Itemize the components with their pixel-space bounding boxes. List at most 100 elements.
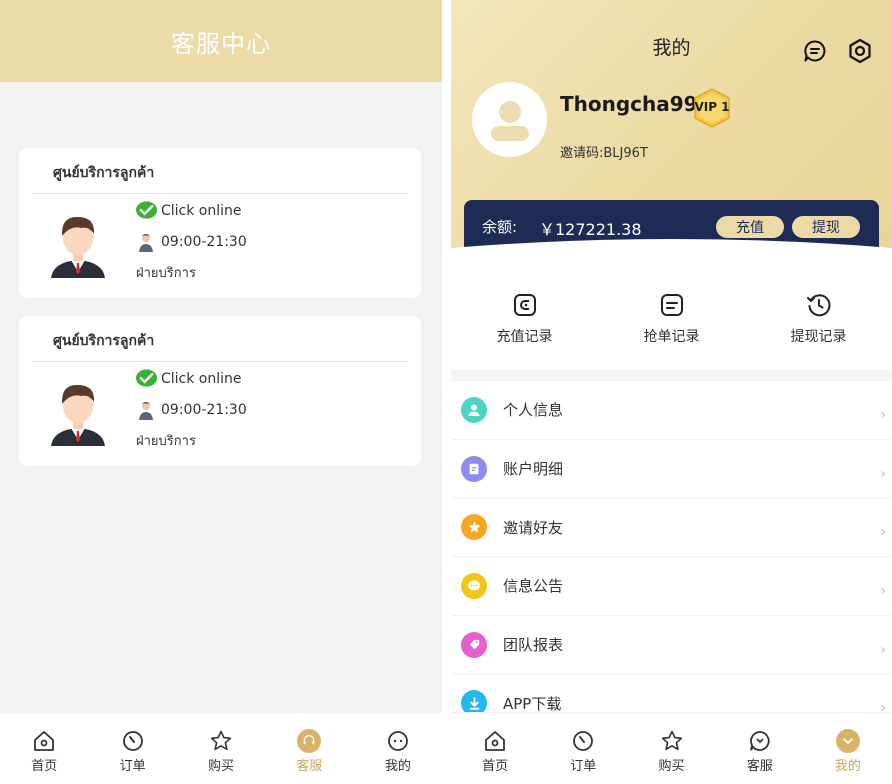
- wave-divider: [451, 239, 892, 262]
- tab-mine[interactable]: 我的: [354, 713, 442, 784]
- menu-invite-friends[interactable]: 邀请好友 ›: [451, 498, 892, 558]
- service-card[interactable]: ศูนย์บริการลูกค้า Click online 09:00-21:…: [19, 316, 421, 466]
- history-icon: [806, 294, 830, 317]
- tab-orders[interactable]: 订单: [539, 713, 627, 784]
- vip-level: VIP 1: [694, 100, 730, 114]
- tag-icon: [461, 631, 487, 658]
- profile-screen: 我的 Thongcha99 VIP 1 邀请码:BLJ96T 余额: ￥1272…: [451, 0, 892, 784]
- hours-row: 09:00-21:30: [136, 232, 247, 252]
- wallet-icon: [513, 294, 536, 316]
- bottom-tab-bar: 首页 订单 购买 客服 我的: [451, 712, 892, 784]
- tab-label: 客服: [746, 759, 773, 774]
- service-card[interactable]: ศูนย์บริการลูกค้า Click online 09:00-21:…: [19, 148, 421, 298]
- tab-label: 我的: [834, 759, 861, 774]
- withdraw-button[interactable]: 提现: [792, 216, 860, 238]
- agent-small-icon: [139, 402, 153, 420]
- recharge-button[interactable]: 充值: [716, 216, 784, 238]
- hours-row: 09:00-21:30: [136, 400, 247, 420]
- order-icon: [122, 731, 143, 751]
- menu-personal-info[interactable]: 个人信息 ›: [451, 381, 892, 440]
- menu-label: 团队报表: [503, 636, 564, 655]
- service-icon: [749, 731, 770, 751]
- page-title: 客服中心: [171, 29, 271, 58]
- menu-label: 邀请好友: [503, 518, 564, 537]
- agent-avatar-icon: [51, 216, 105, 278]
- document-icon: [461, 455, 487, 482]
- order-icon: [573, 731, 594, 751]
- vip-badge: VIP 1: [691, 88, 733, 128]
- tab-service[interactable]: 客服: [716, 713, 804, 784]
- invite-code: 邀请码:BLJ96T: [560, 146, 648, 161]
- menu-label: 账户明细: [503, 460, 564, 479]
- divider: [32, 361, 408, 362]
- online-row[interactable]: Click online: [136, 201, 242, 221]
- card-title: ศูนย์บริการลูกค้า: [53, 165, 155, 181]
- chat-dots-icon: [461, 572, 487, 599]
- message-icon[interactable]: [803, 39, 827, 63]
- star-icon: [661, 730, 682, 751]
- tab-label: 客服: [296, 759, 323, 774]
- settings-icon[interactable]: [847, 38, 873, 64]
- person-icon: [461, 396, 487, 423]
- customer-service-screen: 客服中心 ศูนย์บริการลูกค้า Click online 09:0…: [0, 0, 442, 784]
- avatar[interactable]: [472, 82, 547, 157]
- star-icon: [210, 730, 232, 751]
- online-label[interactable]: Click online: [161, 203, 242, 219]
- bottom-tab-bar: 首页 订单 购买 客服 我的: [0, 712, 442, 784]
- tab-label: 购买: [208, 759, 235, 774]
- online-row[interactable]: Click online: [136, 369, 242, 389]
- star-badge-icon: [461, 514, 487, 541]
- balance-label: 余额:: [482, 218, 518, 236]
- list-icon: [660, 294, 683, 316]
- menu-announcements[interactable]: 信息公告 ›: [451, 557, 892, 616]
- service-icon: [297, 729, 322, 753]
- home-icon: [34, 731, 55, 751]
- menu-team-report[interactable]: 团队报表 ›: [451, 616, 892, 675]
- card-title: ศูนย์บริการลูกค้า: [53, 333, 155, 349]
- user-icon: [835, 729, 860, 753]
- home-icon: [485, 731, 505, 751]
- chevron-right-icon: ›: [880, 407, 886, 423]
- tab-mine[interactable]: 我的: [804, 713, 892, 784]
- agent-small-icon: [139, 234, 153, 252]
- tab-home[interactable]: 首页: [0, 713, 88, 784]
- dept-label: ฝ่ายบริการ: [136, 266, 196, 281]
- chevron-right-icon: ›: [880, 524, 886, 541]
- default-avatar-icon: [490, 100, 529, 141]
- header-bar: 客服中心: [0, 0, 442, 82]
- wechat-icon: [136, 201, 158, 219]
- tab-label: 订单: [119, 759, 146, 774]
- shortcut-label: 充值记录: [496, 329, 553, 345]
- menu-label: 信息公告: [503, 577, 564, 596]
- tab-orders[interactable]: 订单: [88, 713, 176, 784]
- online-label[interactable]: Click online: [161, 371, 242, 387]
- menu-label: 个人信息: [503, 401, 564, 420]
- shortcut-grab-records[interactable]: 抢单记录: [598, 262, 745, 370]
- dept-row: ฝ่ายบริการ: [136, 430, 196, 451]
- tab-label: 我的: [384, 759, 411, 774]
- hours-label: 09:00-21:30: [161, 234, 247, 250]
- user-icon: [387, 731, 408, 751]
- shortcut-recharge-records[interactable]: 充值记录: [451, 262, 598, 370]
- wechat-icon: [136, 369, 158, 387]
- shortcut-withdraw-records[interactable]: 提现记录: [745, 262, 892, 370]
- tab-buy[interactable]: 购买: [177, 713, 265, 784]
- menu-account-details[interactable]: 账户明细 ›: [451, 440, 892, 499]
- dept-label: ฝ่ายบริการ: [136, 434, 196, 449]
- divider: [32, 193, 408, 194]
- dept-row: ฝ่ายบริการ: [136, 262, 196, 283]
- chevron-right-icon: ›: [880, 641, 886, 658]
- tab-service[interactable]: 客服: [265, 713, 353, 784]
- tab-label: 首页: [482, 759, 509, 774]
- chevron-right-icon: ›: [880, 583, 886, 600]
- tab-home[interactable]: 首页: [451, 713, 539, 784]
- shortcut-label: 提现记录: [790, 329, 847, 345]
- hours-label: 09:00-21:30: [161, 402, 247, 418]
- settings-menu: 个人信息 › 账户明细 › 邀请好友 › 信息公告 › 团队报表 › APP下载…: [451, 381, 892, 734]
- tab-label: 购买: [658, 759, 685, 774]
- shortcut-row: 充值记录 抢单记录 提现记录: [451, 262, 892, 370]
- menu-label: APP下载: [503, 694, 562, 713]
- tab-buy[interactable]: 购买: [627, 713, 715, 784]
- shortcut-label: 抢单记录: [643, 329, 700, 345]
- chevron-right-icon: ›: [880, 465, 886, 482]
